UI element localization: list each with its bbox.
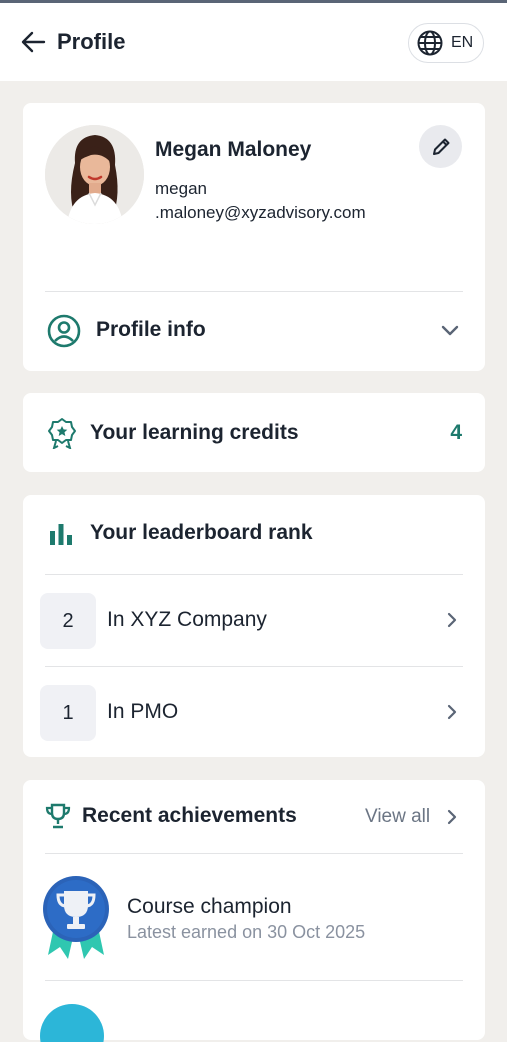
rank-label: In PMO (107, 700, 179, 723)
divider (45, 853, 463, 854)
leaderboard-title: Your leaderboard rank (90, 521, 313, 544)
email-line-2: .maloney@xyzadvisory.com (155, 203, 366, 222)
chevron-down-icon (441, 325, 459, 336)
trophy-badge-icon (43, 876, 109, 959)
page-title: Profile (57, 29, 126, 54)
rank-number: 2 (40, 593, 96, 649)
credits-label: Your learning credits (90, 421, 299, 444)
user-circle-icon (47, 314, 81, 348)
rank-label: In XYZ Company (107, 608, 267, 631)
app-header: Profile EN (0, 3, 507, 81)
view-all-link[interactable]: View all (365, 804, 465, 832)
divider (45, 980, 463, 981)
globe-icon (417, 30, 443, 56)
profile-info-toggle[interactable]: Profile info (23, 292, 485, 371)
language-selector[interactable]: EN (408, 23, 484, 63)
award-ribbon-icon (48, 418, 76, 449)
language-code: EN (451, 34, 474, 51)
pencil-icon (432, 138, 449, 155)
achievement-badge-icon (40, 1004, 104, 1042)
avatar (45, 125, 144, 224)
profile-info-label: Profile info (96, 318, 206, 341)
chevron-right-icon (447, 612, 457, 628)
rank-number: 1 (40, 685, 96, 741)
arrow-left-icon (21, 31, 46, 53)
rank-row-pmo[interactable]: 1 In PMO (23, 667, 485, 757)
profile-card: Megan Maloney megan .maloney@xyzadvisory… (23, 103, 485, 371)
user-email: megan .maloney@xyzadvisory.com (155, 177, 415, 225)
view-all-label: View all (365, 806, 431, 827)
user-name: Megan Maloney (155, 138, 312, 161)
credits-value: 4 (450, 421, 462, 444)
trophy-icon (45, 803, 71, 829)
leaderboard-card: Your leaderboard rank 2 In XYZ Company 1… (23, 495, 485, 757)
achievements-title: Recent achievements (82, 804, 297, 827)
achievements-card: Recent achievements View all Course cham… (23, 780, 485, 1042)
achievement-title: Course champion (127, 895, 292, 918)
achievement-subtitle: Latest earned on 30 Oct 2025 (127, 922, 366, 942)
email-line-1: megan (155, 179, 207, 198)
learning-credits-card[interactable]: Your learning credits 4 (23, 393, 485, 472)
chevron-right-icon (447, 704, 457, 720)
rank-row-company[interactable]: 2 In XYZ Company (23, 575, 485, 665)
edit-profile-button[interactable] (419, 125, 462, 168)
chevron-right-icon (447, 809, 457, 825)
bar-chart-icon (50, 524, 72, 545)
back-button[interactable] (20, 29, 48, 55)
